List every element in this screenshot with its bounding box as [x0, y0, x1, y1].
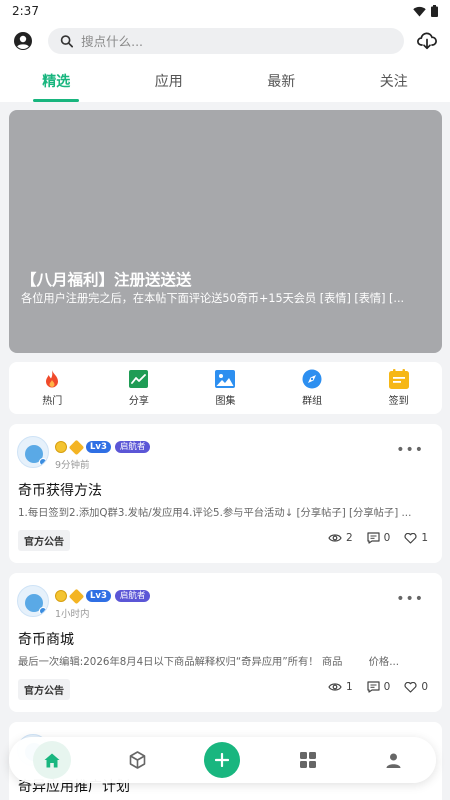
- like-count[interactable]: 1: [404, 532, 428, 544]
- post-tag[interactable]: 官方公告: [18, 530, 70, 551]
- quicknav-hot[interactable]: 热门: [9, 362, 96, 414]
- level-badge: Lv3: [86, 590, 111, 602]
- post-stats: 2 0 1: [328, 532, 428, 544]
- medal-badge-icon: [55, 590, 67, 602]
- category-tabs: 精选 应用 最新 关注: [0, 60, 450, 102]
- featured-banner[interactable]: 【八月福利】注册送送送 各位用户注册完之后，在本帖下面评论送50奇币+15天会员…: [9, 110, 442, 353]
- comment-count[interactable]: 0: [367, 532, 390, 544]
- comment-icon: [367, 681, 380, 693]
- quicknav-checkin[interactable]: 签到: [355, 362, 442, 414]
- eye-icon: [328, 534, 342, 542]
- plus-icon: [215, 753, 230, 767]
- home-icon: [44, 753, 60, 767]
- chart-icon: [129, 369, 149, 389]
- more-options-icon[interactable]: •••: [396, 443, 424, 457]
- post-time: 9分钟前: [55, 460, 90, 471]
- quicknav-label: 群组: [302, 396, 323, 407]
- quicknav-label: 图集: [215, 396, 236, 407]
- image-icon: [215, 369, 236, 389]
- quicknav-label: 分享: [128, 396, 149, 407]
- post-excerpt: 1.每日签到2.添加Q群3.发帖/发应用4.评论5.参与平台活动↓ [分享帖子]…: [18, 507, 412, 519]
- profile-button[interactable]: [10, 28, 36, 54]
- checkin-icon: [388, 369, 409, 389]
- avatar[interactable]: [17, 436, 49, 468]
- download-button[interactable]: [414, 28, 440, 54]
- banner-description: 各位用户注册完之后，在本帖下面评论送50奇币+15天会员 [表情] [表情] […: [21, 292, 405, 305]
- quicknav-label: 热门: [42, 396, 63, 407]
- fire-icon: [42, 369, 62, 389]
- comment-count[interactable]: 0: [367, 681, 390, 693]
- banner-title: 【八月福利】注册送送送: [21, 271, 192, 289]
- quicknav-share[interactable]: 分享: [96, 362, 183, 414]
- avatar[interactable]: [17, 585, 49, 617]
- like-count[interactable]: 0: [404, 681, 428, 693]
- nav-profile[interactable]: [373, 740, 413, 780]
- search-bar[interactable]: [48, 28, 404, 54]
- post-time: 1小时内: [55, 609, 90, 620]
- search-input[interactable]: [81, 33, 392, 49]
- person-icon: [386, 753, 401, 768]
- grid-icon: [299, 752, 316, 768]
- comment-icon: [367, 532, 380, 544]
- cube-icon: [129, 751, 145, 769]
- quicknav-groups[interactable]: 群组: [269, 362, 356, 414]
- tab-following[interactable]: 关注: [338, 60, 450, 102]
- search-icon: [60, 35, 74, 48]
- honor-badge-icon: [68, 439, 85, 455]
- top-bar: [0, 22, 450, 60]
- compass-icon: [302, 369, 322, 389]
- eye-icon: [328, 683, 342, 691]
- battery-icon: [431, 5, 438, 17]
- account-circle-icon: [14, 32, 32, 50]
- post-tag[interactable]: 官方公告: [18, 679, 70, 700]
- honor-badge-icon: [68, 588, 85, 604]
- role-badge: 启航者: [114, 590, 151, 602]
- status-time: 2:37: [12, 4, 39, 18]
- heart-icon: [404, 681, 417, 693]
- more-options-icon[interactable]: •••: [396, 592, 424, 606]
- nav-apps[interactable]: [117, 740, 157, 780]
- quicknav-gallery[interactable]: 图集: [182, 362, 269, 414]
- post-card[interactable]: Lv3 启航者 1小时内 ••• 奇币商城 最后一次编辑:2026年8月4日以下…: [9, 573, 442, 712]
- tab-latest[interactable]: 最新: [225, 60, 338, 102]
- nav-categories[interactable]: [288, 740, 328, 780]
- cloud-download-icon: [417, 32, 437, 50]
- quicknav-label: 签到: [388, 396, 409, 407]
- post-card[interactable]: Lv3 启航者 9分钟前 ••• 奇币获得方法 1.每日签到2.添加Q群3.发帖…: [9, 424, 442, 563]
- nav-create[interactable]: [202, 740, 242, 780]
- tab-apps[interactable]: 应用: [113, 60, 226, 102]
- post-title: 奇币商城: [18, 632, 74, 648]
- post-title: 奇币获得方法: [18, 483, 102, 499]
- wifi-icon: [413, 6, 426, 16]
- post-stats: 1 0 0: [328, 681, 428, 693]
- post-excerpt: 最后一次编辑:2026年8月4日以下商品解释权归“奇异应用”所有！ 商品 价格.…: [18, 656, 400, 668]
- quick-nav: 热门 分享 图集 群组 签到: [9, 362, 442, 414]
- medal-badge-icon: [55, 441, 67, 453]
- nav-home[interactable]: [32, 740, 72, 780]
- bottom-nav: [9, 737, 436, 783]
- role-badge: 启航者: [114, 441, 151, 453]
- status-bar: 2:37: [0, 0, 450, 22]
- heart-icon: [404, 532, 417, 544]
- level-badge: Lv3: [86, 441, 111, 453]
- view-count: 2: [328, 532, 353, 544]
- view-count: 1: [328, 681, 353, 693]
- tab-featured[interactable]: 精选: [0, 60, 113, 102]
